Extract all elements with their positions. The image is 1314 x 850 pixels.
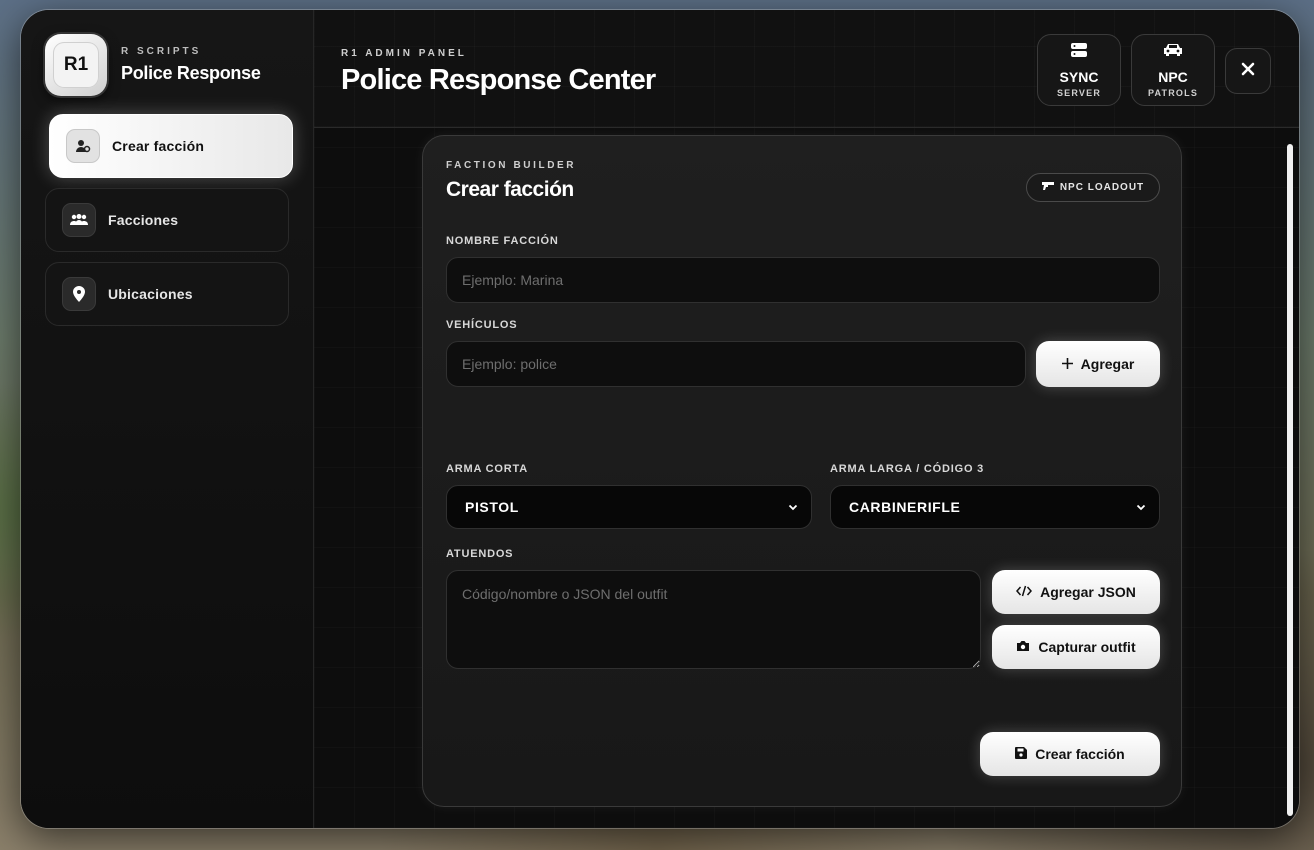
scrollbar[interactable] <box>1287 144 1293 816</box>
gun-icon <box>1041 181 1054 194</box>
chevron-down-icon <box>787 500 799 516</box>
page-title: Police Response Center <box>341 64 656 96</box>
faction-builder-card: FACTION BUILDER Crear facción NPC LOADOU… <box>422 135 1182 807</box>
brand: R1 R SCRIPTS Police Response <box>45 34 261 96</box>
users-icon <box>62 203 96 237</box>
server-label: SERVER <box>1056 88 1102 98</box>
sidebar: R1 R SCRIPTS Police Response Crear facci… <box>21 10 314 828</box>
chevron-down-icon <box>1135 500 1147 516</box>
short-weapon-select[interactable]: PISTOL <box>446 485 812 529</box>
car-icon <box>1162 42 1184 63</box>
user-cog-icon <box>66 129 100 163</box>
sidebar-item-facciones[interactable]: Facciones <box>45 188 289 252</box>
create-faction-label: Crear facción <box>1035 746 1125 762</box>
npc-loadout-button[interactable]: NPC LOADOUT <box>1026 173 1160 202</box>
code-icon <box>1016 584 1033 600</box>
card-title: Crear facción <box>446 178 574 201</box>
patrols-label: PATROLS <box>1147 88 1199 98</box>
close-icon <box>1241 62 1255 81</box>
capture-outfit-label: Capturar outfit <box>1038 639 1136 655</box>
brand-subtitle: R SCRIPTS <box>121 46 202 57</box>
create-faction-button[interactable]: Crear facción <box>980 732 1160 776</box>
sidebar-item-label: Ubicaciones <box>108 286 193 302</box>
brand-title: Police Response <box>121 63 261 83</box>
map-pin-icon <box>62 277 96 311</box>
sync-label: SYNC <box>1059 69 1099 85</box>
npc-loadout-label: NPC LOADOUT <box>1059 182 1145 193</box>
sidebar-item-label: Crear facción <box>112 138 205 154</box>
card-subtitle: FACTION BUILDER <box>446 160 577 171</box>
sidebar-item-crear-faccion[interactable]: Crear facción <box>49 114 293 178</box>
add-json-label: Agregar JSON <box>1040 584 1136 600</box>
short-weapon-value: PISTOL <box>465 499 519 515</box>
short-weapon-label: ARMA CORTA <box>446 463 528 475</box>
header-subtitle: R1 ADMIN PANEL <box>341 48 467 59</box>
long-weapon-label: ARMA LARGA / CÓDIGO 3 <box>830 463 985 475</box>
save-icon <box>1015 746 1028 762</box>
outfits-label: ATUENDOS <box>446 548 514 560</box>
vehicles-label: VEHÍCULOS <box>446 319 518 331</box>
capture-outfit-button[interactable]: Capturar outfit <box>992 625 1160 669</box>
logo-text: R1 <box>53 42 99 88</box>
server-icon <box>1070 42 1088 63</box>
vehicle-input[interactable] <box>446 341 1026 387</box>
faction-name-input[interactable] <box>446 257 1160 303</box>
outfit-textarea[interactable] <box>446 570 981 669</box>
npc-patrols-button[interactable]: NPC PATROLS <box>1131 34 1215 106</box>
add-vehicle-button[interactable]: Agregar <box>1036 341 1160 387</box>
add-json-button[interactable]: Agregar JSON <box>992 570 1160 614</box>
close-button[interactable] <box>1225 48 1271 94</box>
faction-name-label: NOMBRE FACCIÓN <box>446 235 559 247</box>
brand-logo: R1 <box>45 34 107 96</box>
add-label: Agregar <box>1080 356 1135 372</box>
long-weapon-value: CARBINERIFLE <box>849 499 961 515</box>
sidebar-item-label: Facciones <box>108 212 179 228</box>
admin-panel: R1 R SCRIPTS Police Response Crear facci… <box>21 10 1299 828</box>
npc-label: NPC <box>1158 69 1188 85</box>
sidebar-item-ubicaciones[interactable]: Ubicaciones <box>45 262 289 326</box>
long-weapon-select[interactable]: CARBINERIFLE <box>830 485 1160 529</box>
camera-icon <box>1016 639 1030 655</box>
plus-icon <box>1061 356 1073 372</box>
sync-server-button[interactable]: SYNC SERVER <box>1037 34 1121 106</box>
